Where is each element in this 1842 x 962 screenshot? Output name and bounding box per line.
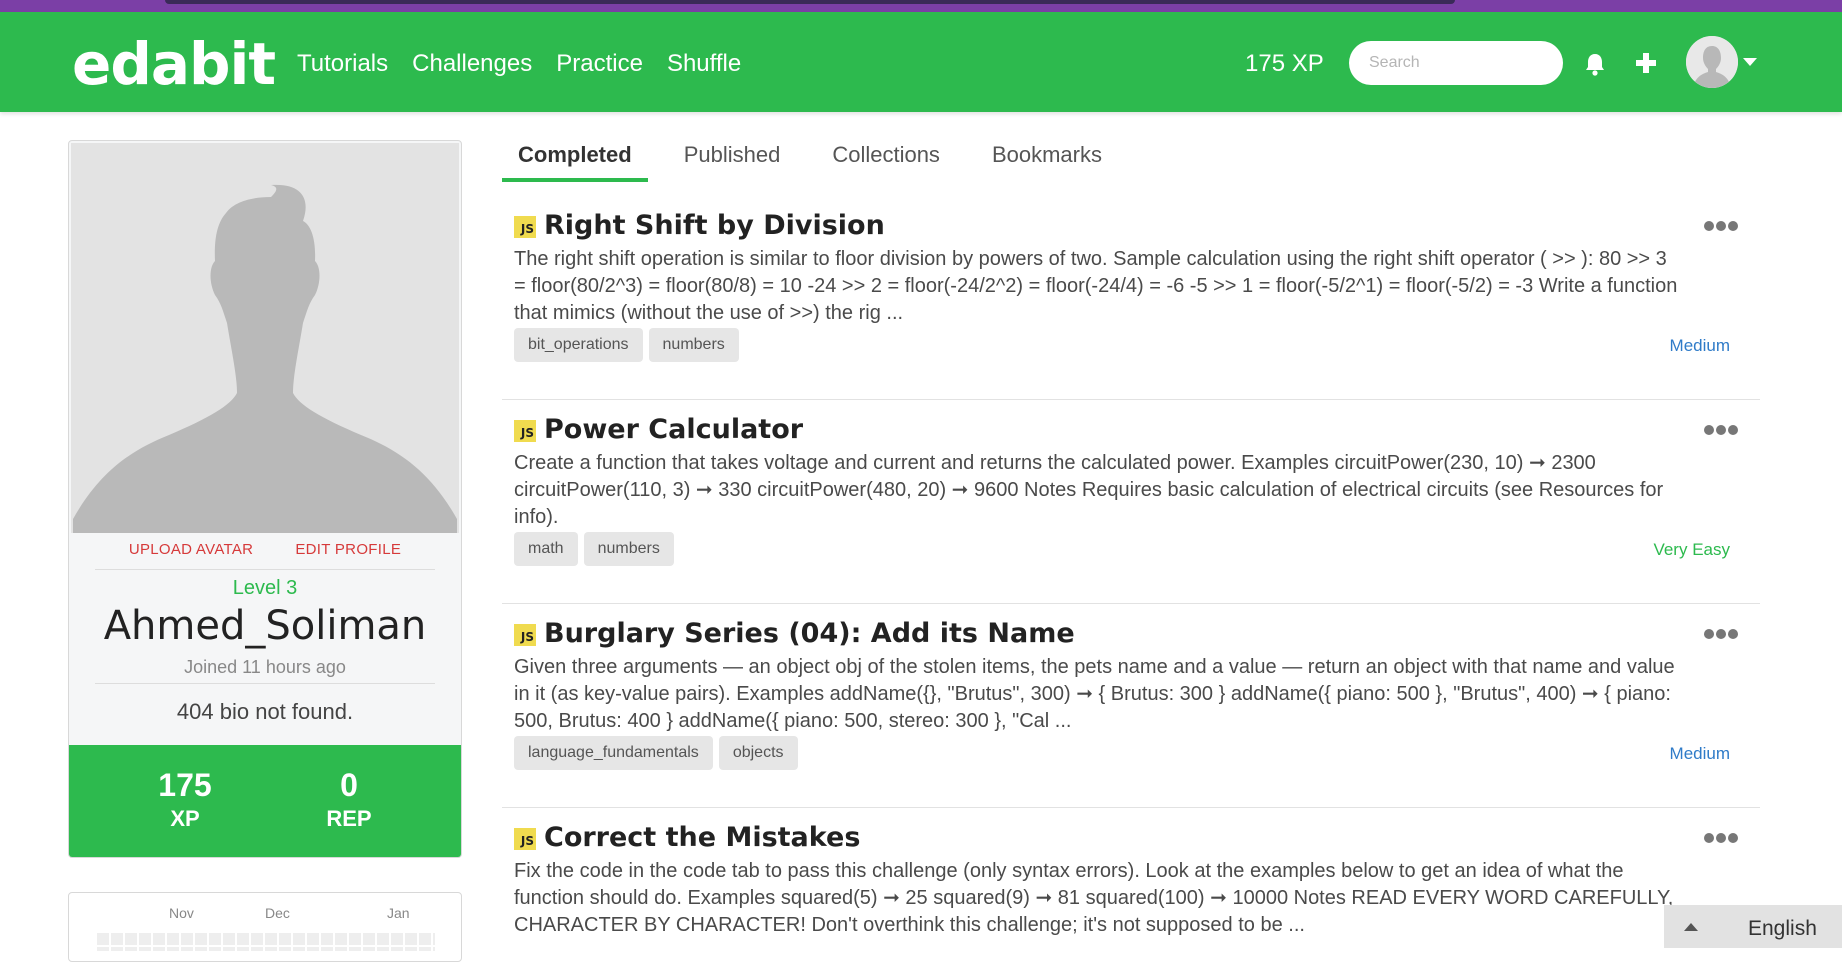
profile-card: UPLOAD AVATAR EDIT PROFILE Level 3 Ahmed…: [68, 140, 462, 858]
chevron-up-icon: [1684, 923, 1698, 931]
challenge-description: Given three arguments — an object obj of…: [514, 656, 1675, 732]
tab-bookmarks[interactable]: Bookmarks: [976, 136, 1118, 182]
more-options-icon[interactable]: [1704, 218, 1740, 231]
browser-top-strip: [0, 0, 1842, 12]
tab-collections[interactable]: Collections: [816, 136, 956, 182]
user-level: Level 3: [232, 577, 298, 599]
edabit-logo[interactable]: edabit: [72, 30, 276, 98]
activity-grid: [95, 931, 435, 951]
tag[interactable]: objects: [718, 736, 798, 770]
rep-stat-label: REP: [326, 806, 372, 831]
rep-stat: 0 REP: [279, 767, 419, 832]
nav-challenges[interactable]: Challenges: [412, 50, 532, 78]
profile-tabs: Completed Published Collections Bookmark…: [502, 136, 1138, 182]
challenge-description: Create a function that takes voltage and…: [514, 452, 1664, 528]
challenge-description: Fix the code in the code tab to pass thi…: [514, 860, 1674, 936]
xp-stat: 175 XP: [115, 767, 255, 832]
main-nav: Tutorials Challenges Practice Shuffle: [297, 50, 741, 78]
chevron-down-icon[interactable]: [1743, 58, 1757, 66]
challenge-item: JS Burglary Series (04): Add its Name Gi…: [502, 604, 1760, 808]
challenge-title[interactable]: Burglary Series (04): Add its Name: [544, 618, 1075, 649]
tag[interactable]: language_fundamentals: [514, 736, 713, 770]
javascript-badge-icon: JS: [514, 828, 536, 850]
joined-date: Joined 11 hours ago: [184, 657, 346, 677]
xp-stat-value: 175: [158, 767, 212, 803]
tag[interactable]: math: [514, 532, 578, 566]
challenge-item: JS Power Calculator Create a function th…: [502, 400, 1760, 604]
user-silhouette-icon: [1686, 36, 1738, 88]
javascript-badge-icon: JS: [514, 216, 536, 238]
difficulty-label: Medium: [1669, 336, 1730, 355]
stats-panel: 175 XP 0 REP: [69, 745, 461, 857]
language-selector[interactable]: English: [1664, 905, 1842, 948]
challenge-title[interactable]: Power Calculator: [544, 414, 803, 445]
tag[interactable]: numbers: [583, 532, 674, 566]
challenge-tags: language_fundamentals objects: [514, 736, 798, 770]
more-options-icon[interactable]: [1704, 626, 1740, 639]
challenge-title[interactable]: Correct the Mistakes: [544, 822, 860, 853]
user-bio: 404 bio not found.: [176, 699, 354, 724]
profile-silhouette-icon: [71, 143, 459, 533]
notification-bell-icon[interactable]: [1584, 52, 1606, 76]
more-options-icon[interactable]: [1704, 422, 1740, 435]
language-label: English: [1748, 917, 1817, 940]
upload-avatar-link[interactable]: UPLOAD AVATAR: [129, 541, 254, 558]
tab-completed[interactable]: Completed: [502, 136, 648, 182]
activity-heatmap: Nov Dec Jan: [68, 892, 462, 962]
challenge-description: The right shift operation is similar to …: [514, 248, 1678, 324]
search-input[interactable]: [1349, 41, 1563, 85]
navbar: edabit Tutorials Challenges Practice Shu…: [0, 12, 1842, 112]
nav-practice[interactable]: Practice: [556, 50, 643, 78]
challenge-tags: math numbers: [514, 532, 674, 566]
nav-shuffle[interactable]: Shuffle: [667, 50, 741, 78]
javascript-badge-icon: JS: [514, 624, 536, 646]
xp-stat-label: XP: [170, 806, 200, 831]
tab-published[interactable]: Published: [668, 136, 797, 182]
tag[interactable]: numbers: [648, 328, 739, 362]
challenge-tags: bit_operations numbers: [514, 328, 739, 362]
add-plus-icon[interactable]: [1635, 52, 1657, 74]
xp-counter: 175 XP: [1245, 50, 1324, 77]
month-label-jan: Jan: [387, 905, 410, 921]
more-options-icon[interactable]: [1704, 830, 1740, 843]
difficulty-label: Medium: [1669, 744, 1730, 763]
month-label-dec: Dec: [265, 905, 290, 921]
divider: [95, 569, 435, 570]
rep-stat-value: 0: [340, 767, 358, 803]
challenge-item: JS Correct the Mistakes Fix the code in …: [502, 808, 1760, 948]
divider: [95, 683, 435, 684]
month-label-nov: Nov: [169, 905, 194, 921]
edit-profile-link[interactable]: EDIT PROFILE: [295, 541, 401, 558]
profile-photo: [71, 143, 459, 533]
tag[interactable]: bit_operations: [514, 328, 643, 362]
username: Ahmed_Soliman: [103, 603, 427, 649]
challenge-title[interactable]: Right Shift by Division: [544, 210, 885, 241]
nav-tutorials[interactable]: Tutorials: [297, 50, 388, 78]
top-scroll-bar: [165, 0, 1455, 4]
user-avatar[interactable]: [1686, 36, 1738, 88]
challenge-item: JS Right Shift by Division The right shi…: [502, 196, 1760, 400]
javascript-badge-icon: JS: [514, 420, 536, 442]
difficulty-label: Very Easy: [1653, 540, 1730, 559]
profile-actions: UPLOAD AVATAR EDIT PROFILE: [69, 541, 461, 558]
